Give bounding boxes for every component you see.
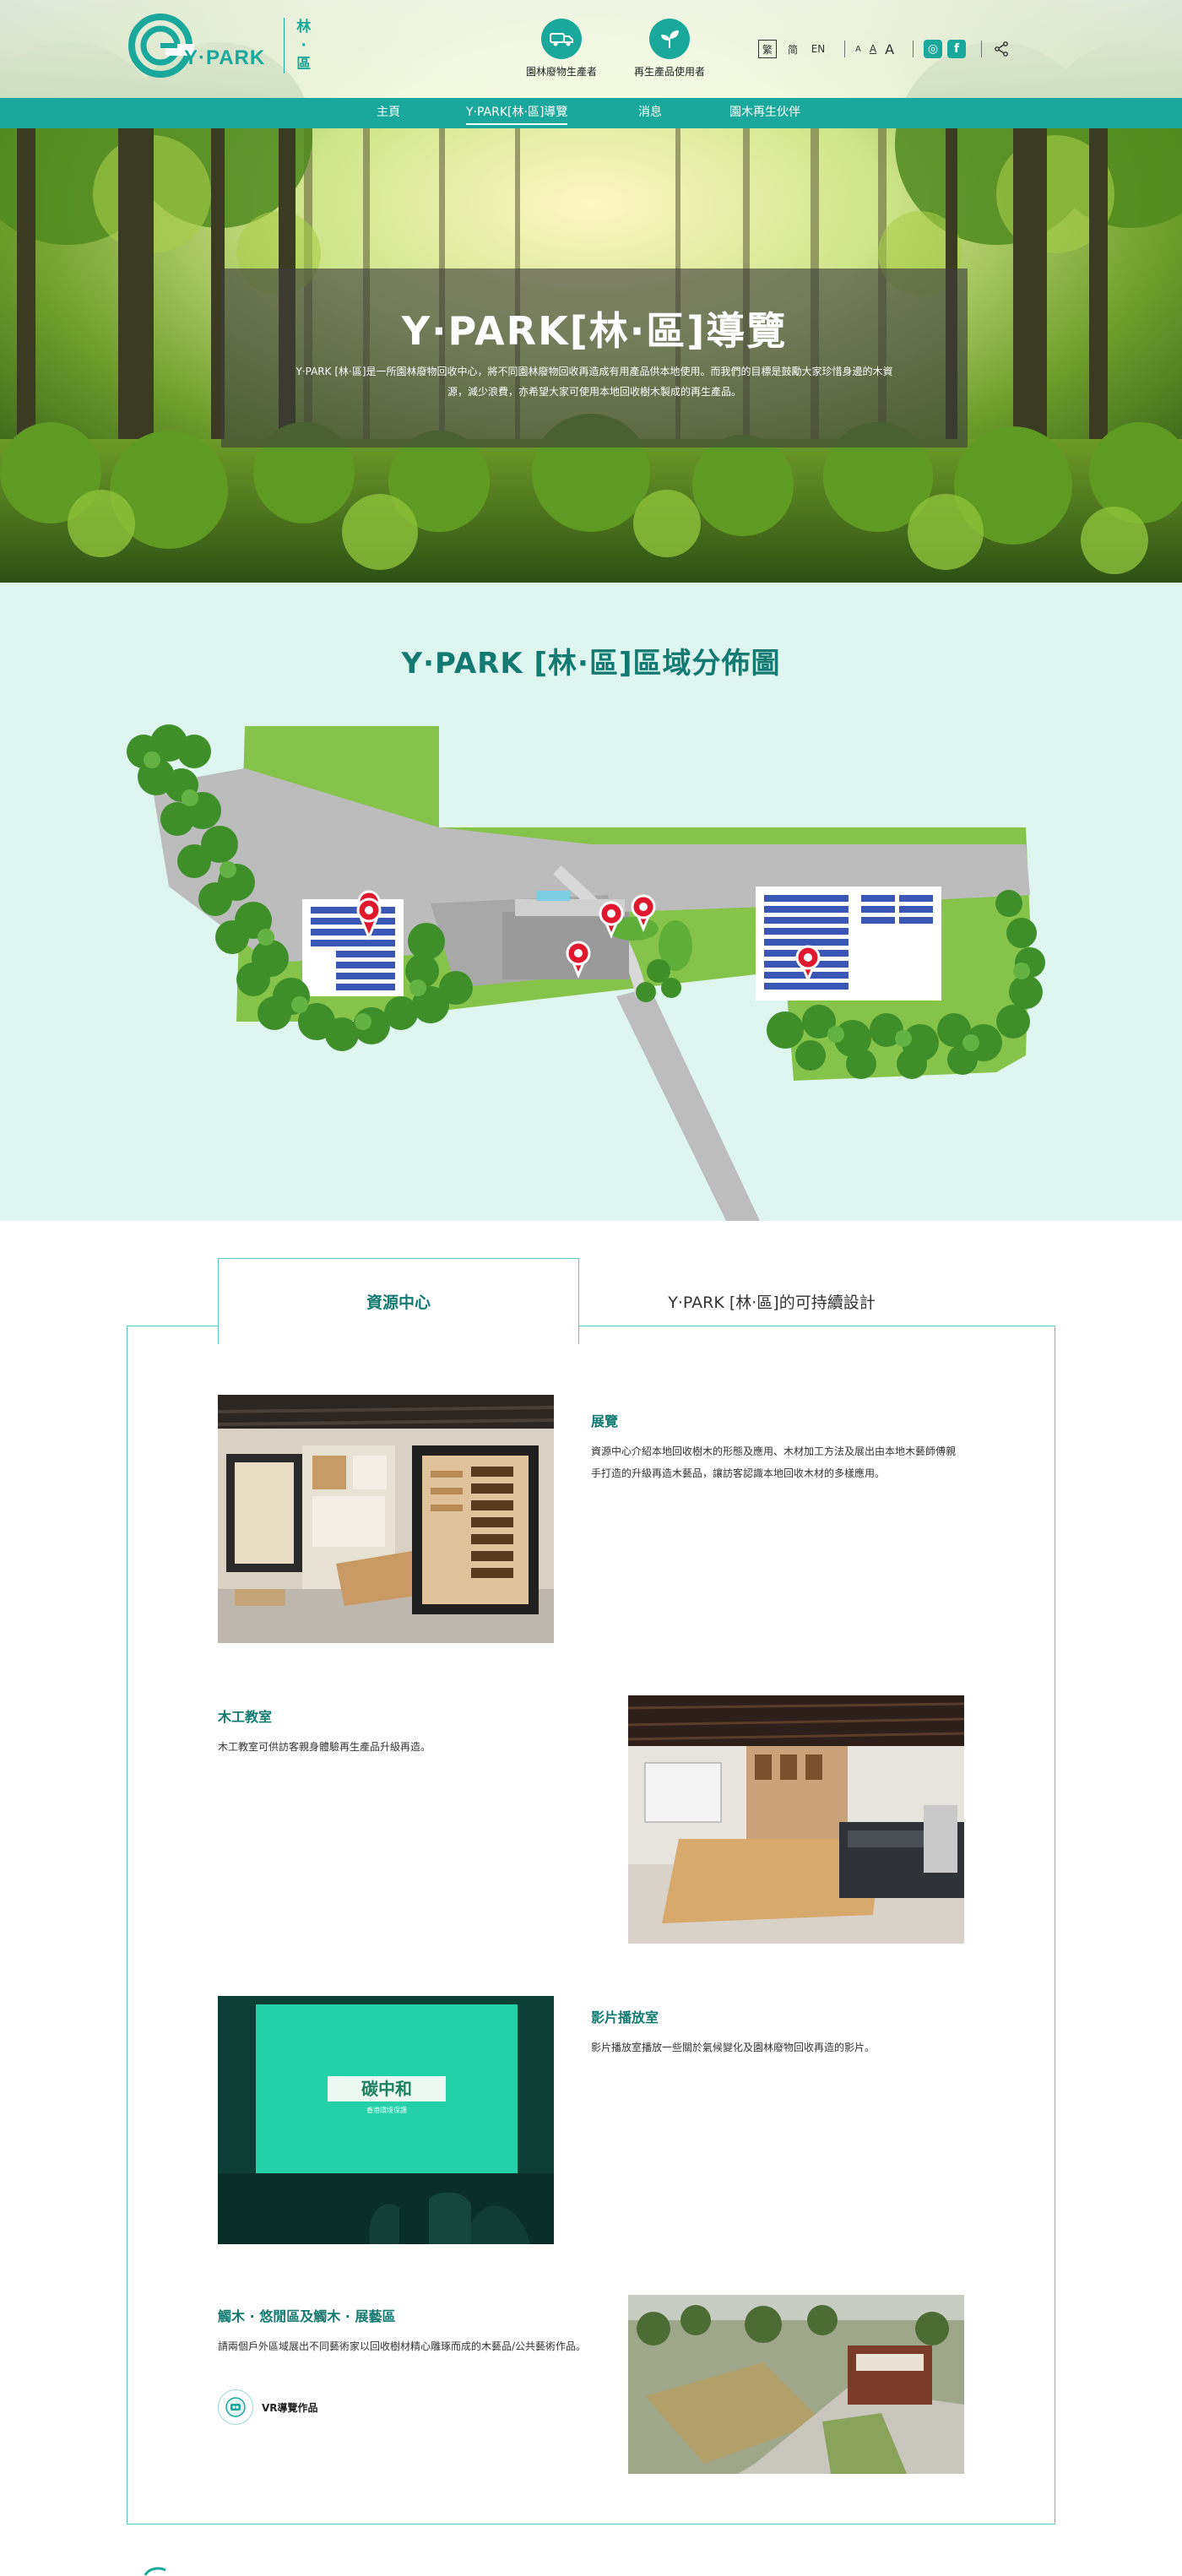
link-waste-producers[interactable]: 園林廢物生產者 <box>515 19 608 79</box>
hero-description: Y·PARK [林·區]是一所園林廢物回收中心，將不同園林廢物回收再造成有用產品… <box>272 361 917 402</box>
solar-building-east <box>756 887 941 1001</box>
logo-divider <box>284 18 285 73</box>
audience-links: 園林廢物生產者 再生產品使用者 <box>515 19 716 79</box>
feature-title-outdoor: 觸木 · 悠閒區及觸木 · 展藝區 <box>218 2308 396 2324</box>
link-product-users-label: 再生產品使用者 <box>633 66 705 78</box>
site-map-section: Y·PARK [林·區]區域分佈圖 <box>0 583 1182 1221</box>
nav-home[interactable]: 主頁 <box>377 98 400 128</box>
vr-icon <box>218 2389 253 2425</box>
map-title: Y·PARK [林·區]區域分佈圖 <box>401 647 781 681</box>
feature-desc-exhibition: 資源中心介紹本地回收樹木的形態及應用、木材加工方法及展出由本地木藝師傅親手打造的… <box>591 1445 957 1479</box>
site-logo[interactable]: Y·PARK 林 · 區 <box>127 12 311 79</box>
workshop-photo <box>628 1695 964 1944</box>
lang-simplified[interactable]: 简 <box>783 40 802 58</box>
vr-tour-link[interactable]: VR導覽作品 <box>218 2389 318 2425</box>
share-icon[interactable] <box>992 40 1011 58</box>
hero-banner: Y·PARK[林·區]導覽 Y·PARK [林·區]是一所園林廢物回收中心，將不… <box>221 268 968 447</box>
feature-desc-outdoor: 請兩個戶外區域展出不同藝術家以回收樹材精心雕琢而成的木藝品/公共藝術作品。 <box>218 2340 587 2352</box>
lang-traditional[interactable]: 繁 <box>758 40 777 58</box>
lang-english[interactable]: EN <box>809 40 827 58</box>
font-size-large[interactable]: A <box>885 41 894 57</box>
tab-resource-centre[interactable]: 資源中心 <box>218 1258 579 1344</box>
facebook-icon[interactable]: f <box>947 40 967 58</box>
outdoor-aerial-photo <box>628 2295 964 2474</box>
nav-partners[interactable]: 園木再生伙伴 <box>729 98 800 128</box>
hero-description-line: Y·PARK [林·區]是一所園林廢物回收中心，將不同園林廢物回收再造成有用產品… <box>296 366 893 377</box>
solar-building-west <box>302 899 404 996</box>
nav-news[interactable]: 消息 <box>638 98 662 128</box>
divider <box>844 41 845 57</box>
font-size-medium[interactable]: A <box>870 43 876 55</box>
divider <box>981 41 983 57</box>
feature-title-workshop: 木工教室 <box>218 1709 273 1725</box>
main-nav: 主頁 Y·PARK[林·區]導覽 消息 園木再生伙伴 <box>0 98 1182 128</box>
theatre-photo: 碳中和 香港環境保護 <box>218 1996 554 2244</box>
feature-title-exhibition: 展覽 <box>591 1413 619 1429</box>
logo-sub-char: 區 <box>296 56 312 73</box>
hero-section: Y·PARK 林 · 區 園林廢物生產者 再生產品使用者 繁 简 EN A A … <box>0 0 1182 583</box>
font-size-small[interactable]: A <box>855 45 861 54</box>
site-map <box>127 724 1045 1221</box>
link-waste-producers-label: 園林廢物生產者 <box>525 66 597 78</box>
page-title: Y·PARK[林·區]導覽 <box>401 308 788 354</box>
tab-sustainable-design[interactable]: Y·PARK [林·區]的可持續設計 <box>579 1258 964 1344</box>
instagram-icon[interactable]: ◎ <box>924 40 943 58</box>
header: Y·PARK 林 · 區 園林廢物生產者 再生產品使用者 繁 简 EN A A … <box>0 0 1182 98</box>
divider <box>913 41 914 57</box>
tabs: 資源中心 Y·PARK [林·區]的可持續設計 <box>218 1258 964 1344</box>
screen-sub-text: 香港環境保護 <box>366 2106 407 2114</box>
logo-sub-char: 林 <box>296 19 312 35</box>
logo-text: Y·PARK <box>184 46 266 69</box>
feature-title-theatre: 影片播放室 <box>591 2009 659 2026</box>
nav-ypark-tour[interactable]: Y·PARK[林·區]導覽 <box>466 100 568 125</box>
truck-icon <box>541 19 582 59</box>
screen-logo-text: 碳中和 <box>361 2079 412 2099</box>
link-product-users[interactable]: 再生產品使用者 <box>623 19 716 79</box>
exhibition-photo <box>218 1395 554 1643</box>
footer-logo-icon <box>144 2567 166 2576</box>
hero-description-line: 源，減少浪費，亦希望大家可使用本地回收樹木製成的再生產品。 <box>447 386 741 398</box>
feature-desc-theatre: 影片播放室播放一些關於氣候變化及園林廢物回收再造的影片。 <box>591 2042 876 2053</box>
logo-subtitle: 林 · 區 <box>296 18 311 73</box>
feature-desc-workshop: 木工教室可供訪客親身體驗再生產品升級再造。 <box>218 1741 431 1753</box>
utility-bar: 繁 简 EN A A A ◎ f <box>758 37 1011 61</box>
sprout-icon <box>649 19 690 59</box>
vr-tour-label: VR導覽作品 <box>262 2401 318 2414</box>
logo-sub-char: · <box>301 37 306 54</box>
